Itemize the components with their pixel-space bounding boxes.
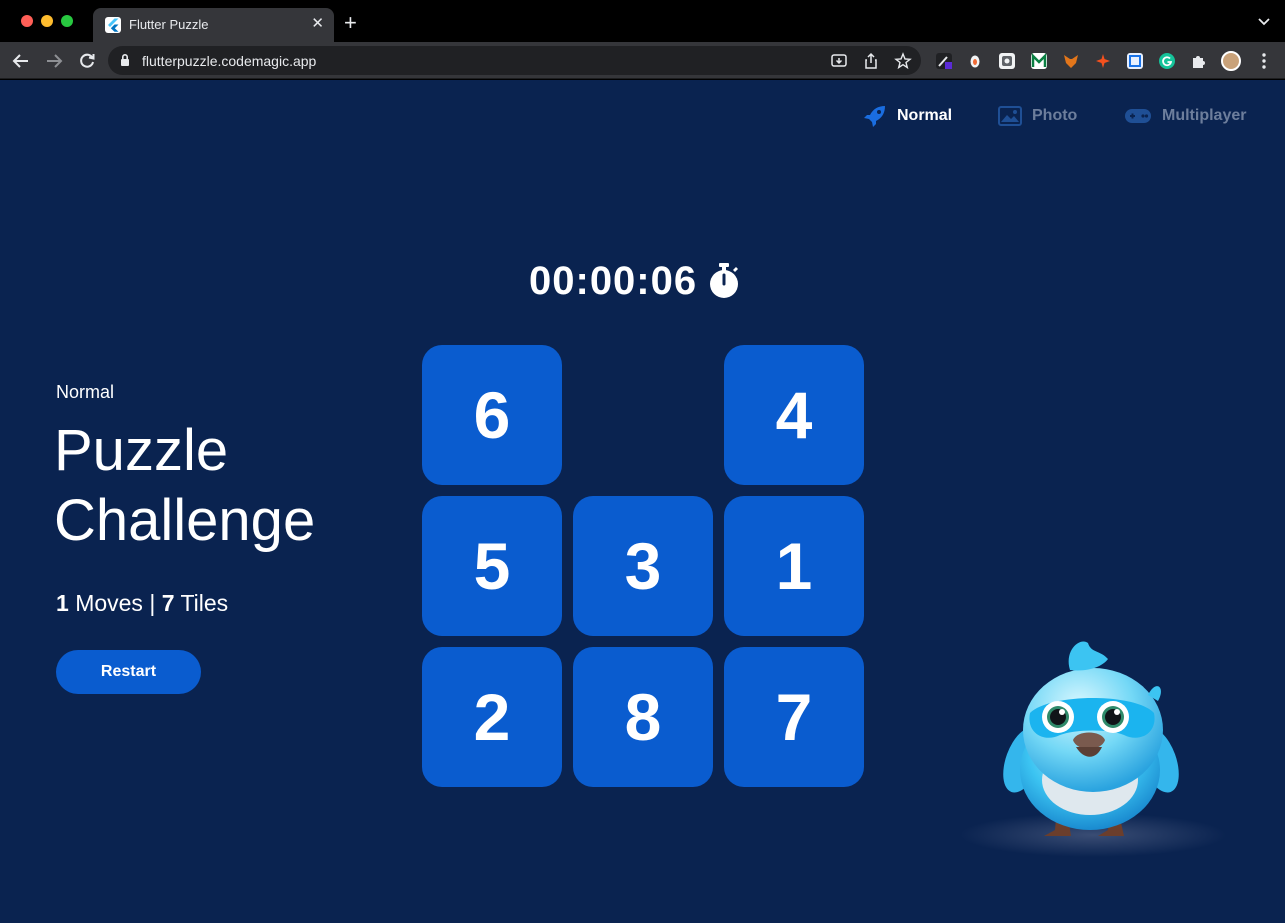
puzzle-tile-7[interactable]: 7 (724, 647, 864, 787)
stopwatch-icon (710, 263, 739, 298)
m-extension-icon[interactable] (1031, 52, 1047, 69)
puzzle-tile-4[interactable]: 4 (724, 345, 864, 485)
tiles-count: 7 (161, 590, 175, 616)
back-arrow-icon[interactable] (11, 51, 31, 71)
move-tile-stats: 1 Moves | 7 Tiles (56, 590, 228, 617)
dash-mascot-illustration (960, 641, 1226, 857)
moves-count: 1 (56, 590, 69, 616)
close-tab-icon[interactable]: ✕ (311, 15, 324, 33)
grammarly-extension-icon[interactable] (1159, 53, 1175, 69)
menu-multiplayer[interactable]: Multiplayer (1124, 104, 1246, 128)
puzzle-tile-5[interactable]: 5 (422, 496, 562, 636)
puzzle-tile-6[interactable]: 6 (422, 345, 562, 485)
square-extension-icon[interactable] (999, 53, 1015, 69)
photo-icon (998, 106, 1022, 126)
puzzle-tile-8[interactable]: 8 (573, 647, 713, 787)
minimize-window-button[interactable] (41, 15, 53, 27)
puzzle-page: Normal Photo Multiplayer 00:00:06 Normal… (0, 80, 1285, 923)
pen-extension-icon[interactable] (936, 53, 952, 69)
close-window-button[interactable] (21, 15, 33, 27)
browser-toolbar: flutterpuzzle.codemagic.app (0, 42, 1285, 79)
puzzle-extensions-icon[interactable] (1190, 53, 1206, 69)
profile-avatar[interactable] (1221, 51, 1241, 71)
timer-value: 00:00:06 (529, 258, 698, 303)
puzzle-tile-1[interactable]: 1 (724, 496, 864, 636)
new-tab-icon[interactable]: + (344, 11, 357, 35)
chevron-down-icon[interactable] (1257, 14, 1271, 28)
menu-multiplayer-label: Multiplayer (1162, 107, 1247, 124)
lock-icon (121, 54, 129, 66)
reload-icon[interactable] (77, 51, 97, 71)
fox-extension-icon[interactable] (1063, 53, 1079, 69)
burst-extension-icon[interactable] (1095, 53, 1111, 69)
menu-normal[interactable]: Normal (863, 104, 952, 128)
timer: 00:00:06 (529, 254, 741, 308)
gamepad-icon (1125, 109, 1151, 123)
puzzle-tile-2[interactable]: 2 (422, 647, 562, 787)
menu-normal-label: Normal (897, 107, 953, 124)
browser-tab-bar: Flutter Puzzle ✕ + (0, 0, 1285, 42)
menu-photo[interactable]: Photo (998, 104, 1077, 128)
more-menu-icon[interactable] (1258, 51, 1270, 71)
browser-tab[interactable]: Flutter Puzzle ✕ (93, 8, 334, 42)
frame-extension-icon[interactable] (1127, 53, 1143, 69)
restart-button[interactable]: Restart (56, 650, 201, 694)
puzzle-board: 6 4 531 287 (422, 345, 864, 787)
address-bar[interactable]: flutterpuzzle.codemagic.app (108, 46, 921, 75)
tab-title: Flutter Puzzle (129, 17, 209, 32)
menu-photo-label: Photo (1032, 107, 1078, 124)
install-app-icon[interactable] (830, 52, 848, 70)
rocket-icon (864, 106, 885, 127)
bookmark-star-icon[interactable] (894, 52, 912, 70)
puzzle-title: Puzzle Challenge (54, 418, 316, 553)
flutter-favicon-icon (105, 17, 121, 33)
url-text: flutterpuzzle.codemagic.app (142, 53, 317, 69)
tiles-label: Tiles (180, 590, 229, 616)
mouse-extension-icon[interactable] (967, 53, 983, 69)
maximize-window-button[interactable] (61, 15, 73, 27)
share-icon[interactable] (862, 52, 880, 70)
moves-label: Moves | (75, 590, 156, 616)
forward-arrow-icon[interactable] (44, 51, 64, 71)
puzzle-tile-3[interactable]: 3 (573, 496, 713, 636)
mode-label: Normal (56, 382, 115, 402)
